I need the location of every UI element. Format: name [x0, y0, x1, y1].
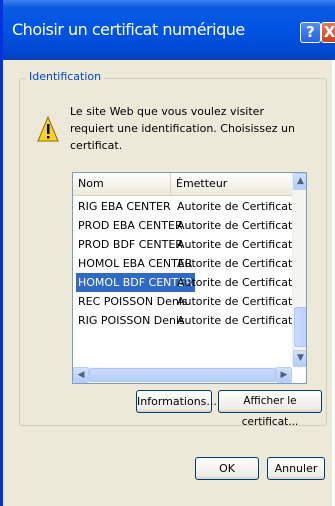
- horizontal-scrollbar[interactable]: ◀ ▶: [73, 367, 292, 383]
- table-row[interactable]: PROD EBA CENTERAutorite de Certification…: [73, 216, 293, 235]
- group-label: Identification: [26, 70, 105, 83]
- table-row[interactable]: RIG EBA CENTER Autorite de Certification …: [73, 197, 293, 216]
- table-row[interactable]: RIG POISSON DenisAutorite de Certificati…: [73, 311, 293, 330]
- column-header-name[interactable]: Nom: [73, 173, 171, 195]
- info-message: Le site Web que vous voulez visiter requ…: [70, 105, 295, 152]
- cert-issuer: Autorite de Certification - Au...: [177, 219, 293, 232]
- scroll-down-icon[interactable]: ▼: [293, 350, 306, 367]
- cert-name: PROD EBA CENTER: [78, 219, 183, 232]
- help-button[interactable]: ?: [300, 22, 321, 43]
- vertical-scrollbar[interactable]: ▲ ▼: [292, 173, 306, 367]
- cert-name: RIG POISSON Denis: [78, 314, 185, 327]
- horizontal-scroll-thumb[interactable]: [89, 368, 276, 382]
- table-row[interactable]: HOMOL EBA CENTERAutorite de Certificatio…: [73, 254, 293, 273]
- list-header: Nom Émetteur: [73, 173, 293, 196]
- dialog-window: Choisir un certificat numérique ? X Iden…: [0, 0, 335, 506]
- cert-name: RIG EBA CENTER: [78, 200, 171, 213]
- scroll-right-icon[interactable]: ▶: [276, 367, 292, 383]
- cert-issuer: Autorite de Certification - Au...: [177, 295, 293, 308]
- table-row[interactable]: PROD BDF CENTERAutorite de Certification…: [73, 235, 293, 254]
- cert-name: PROD BDF CENTER: [78, 238, 183, 251]
- cert-issuer: Autorite de Certification - Au...: [177, 238, 293, 251]
- warning-icon: [37, 116, 59, 142]
- scroll-up-icon[interactable]: ▲: [293, 173, 306, 190]
- table-row[interactable]: REC POISSON DenisAutorite de Certificati…: [73, 292, 293, 311]
- show-certificate-button[interactable]: Afficher le certificat...: [218, 390, 322, 428]
- title-bar[interactable]: Choisir un certificat numérique ? X: [3, 0, 335, 60]
- scroll-thumb[interactable]: [294, 307, 306, 347]
- scroll-left-icon[interactable]: ◀: [73, 367, 89, 383]
- close-button[interactable]: X: [321, 22, 335, 43]
- ok-button[interactable]: OK: [195, 457, 259, 480]
- cancel-button[interactable]: Annuler: [267, 457, 325, 480]
- window-title: Choisir un certificat numérique: [12, 20, 245, 39]
- cert-issuer: Autorite de Certification - Au...: [177, 314, 293, 327]
- dialog-body: Identification Le site Web que vous voul…: [6, 60, 332, 506]
- cert-issuer: Autorite de Certification - Au...: [177, 257, 293, 270]
- informations-button[interactable]: Informations...: [136, 390, 217, 413]
- cert-name: REC POISSON Denis: [78, 295, 188, 308]
- table-row[interactable]: HOMOL BDF CENTERAutorite de Certificatio…: [73, 273, 293, 292]
- cert-issuer: Autorite de Certification - Au...: [177, 276, 293, 289]
- column-header-issuer[interactable]: Émetteur: [171, 173, 293, 195]
- certificate-list[interactable]: Nom Émetteur RIG EBA CENTER Autorite de C…: [72, 172, 307, 384]
- cert-issuer: Autorite de Certification - Au...: [177, 200, 293, 213]
